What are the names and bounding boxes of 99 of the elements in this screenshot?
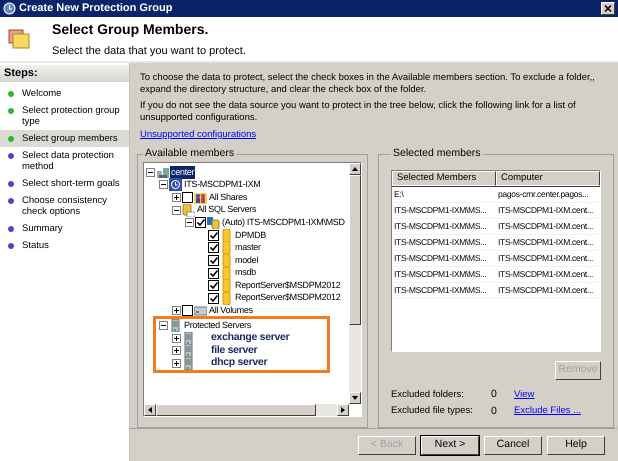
step-item[interactable]: Select group members <box>0 130 129 147</box>
checkbox[interactable] <box>195 217 206 228</box>
link[interactable]: Exclude Files ... <box>514 404 582 418</box>
field-label: Excluded file types: <box>391 404 474 418</box>
clock-icon <box>169 178 182 192</box>
table-cell-text: ITS-MSCDPM1-IXM.cent... <box>497 253 594 264</box>
link[interactable]: View <box>514 388 534 402</box>
horizontal-scrollbar[interactable] <box>144 404 349 416</box>
checkbox[interactable] <box>182 192 193 203</box>
table-cell-text: ITS-MSCDPM1-IXM\MS... <box>393 253 488 264</box>
dialog-button[interactable]: Next > <box>421 436 479 455</box>
database-icon <box>207 216 220 230</box>
group-title: Available members <box>144 146 236 162</box>
database-icon <box>220 254 233 267</box>
table-cell-text: pagos-cmr.center.pagos... <box>497 189 590 200</box>
tree-item[interactable]: All SQL Servers <box>196 203 258 217</box>
table-cell-text: ITS-MSCDPM1-IXM.cent... <box>497 269 594 280</box>
tree-item[interactable]: master <box>234 241 262 255</box>
count-value: 0 <box>491 386 498 402</box>
count-value: 0 <box>491 404 498 418</box>
tree-item[interactable]: All Volumes <box>208 304 254 318</box>
server-icon <box>182 332 195 345</box>
checkbox[interactable] <box>208 254 219 266</box>
tree-item[interactable]: ReportServer$MSDPM2012 <box>234 291 342 305</box>
group-title: Selected members <box>392 146 482 162</box>
domain-icon <box>156 166 169 179</box>
instruction-text: To choose the data to protect, select the check boxes in the Available members section. To exclude a folder,, expand the directory structure, and clear the check box of the folder. <box>140 72 596 96</box>
scroll-down-icon <box>352 396 358 400</box>
tree-item[interactable]: model <box>234 254 260 268</box>
step-item[interactable]: Welcome <box>0 85 129 102</box>
table-cell-text: ITS-MSCDPM1-IXM.cent... <box>497 237 594 248</box>
close-icon <box>604 5 612 12</box>
step-item[interactable]: Summary <box>0 220 129 237</box>
collapse-icon[interactable] <box>172 206 181 215</box>
tree-item[interactable]: Protected Servers <box>183 318 252 332</box>
tree-item[interactable]: msdb <box>234 266 257 280</box>
collapse-icon[interactable] <box>185 218 194 228</box>
checkbox[interactable] <box>208 242 219 254</box>
table-cell-text: ITS-MSCDPM1-IXM.cent... <box>497 221 594 232</box>
tree-item[interactable]: center <box>170 166 196 180</box>
table-cell-text: ITS-MSCDPM1-IXM.cent... <box>497 285 594 296</box>
column-header[interactable]: Computer <box>496 171 600 186</box>
checkbox[interactable] <box>208 280 219 292</box>
table-cell-text: E:\ <box>393 189 405 200</box>
instruction-text: If you do not see the data source you want to protect in the tree below, click the following link for a list of unsupported configurations. <box>140 100 577 124</box>
app-icon <box>3 2 16 15</box>
tree-item[interactable]: ITS-MSCDPM1-IXM <box>183 178 262 192</box>
checkbox[interactable] <box>208 230 219 241</box>
tree-item[interactable]: DPMDB <box>234 228 268 242</box>
folders-icon <box>8 29 30 49</box>
drive-icon <box>194 304 207 318</box>
collapse-icon[interactable] <box>159 180 168 190</box>
table-cell-text: ITS-MSCDPM1-IXM\MS... <box>393 221 488 232</box>
table-cell-text: ITS-MSCDPM1-IXM\MS... <box>393 285 488 296</box>
step-item[interactable]: Select short-term goals <box>0 175 129 192</box>
table-cell-text: ITS-MSCDPM1-IXM\MS... <box>393 237 488 248</box>
database-icon <box>220 279 233 292</box>
scroll-up-icon <box>352 167 358 171</box>
database-icon <box>220 292 233 305</box>
dialog-button[interactable]: Cancel <box>484 436 542 455</box>
database-icon <box>220 241 233 254</box>
checkbox[interactable] <box>208 268 219 279</box>
field-label: Excluded folders: <box>391 388 465 402</box>
database-icon <box>182 204 195 217</box>
tree-item[interactable]: ReportServer$MSDPM2012 <box>234 278 342 292</box>
server-icon <box>182 356 195 370</box>
people-icon <box>194 190 207 204</box>
close-button[interactable] <box>601 2 615 15</box>
scroll-right-icon <box>341 407 345 414</box>
step-item[interactable]: Status <box>0 237 129 254</box>
expand-icon[interactable] <box>172 306 181 316</box>
table-cell-text: ITS-MSCDPM1-IXM\MS... <box>393 269 488 280</box>
collapse-icon[interactable] <box>159 320 168 330</box>
page-subtitle: Select the data that you want to protect. <box>52 44 246 59</box>
column-header[interactable]: Selected Members <box>392 171 496 186</box>
window-title: Create New Protection Group <box>19 1 174 16</box>
step-item[interactable]: Select data protection method <box>0 147 129 175</box>
expand-icon[interactable] <box>172 192 181 202</box>
step-item[interactable]: Choose consistency check options <box>0 192 129 220</box>
dialog-button[interactable]: Help <box>547 436 605 455</box>
scroll-left-icon <box>148 407 152 414</box>
steps-heading: Steps: <box>4 66 38 82</box>
expand-icon[interactable] <box>172 346 181 356</box>
checkbox[interactable] <box>208 292 219 304</box>
table-cell-text: ITS-MSCDPM1-IXM\MS... <box>393 205 488 216</box>
expand-icon[interactable] <box>172 334 181 343</box>
page-title: Select Group Members. <box>52 20 210 39</box>
database-icon <box>220 228 233 242</box>
expand-icon[interactable] <box>172 358 181 368</box>
step-item[interactable]: Select protection group type <box>0 102 129 130</box>
tree-item[interactable]: All Shares <box>208 190 248 204</box>
tree-item[interactable]: (Auto) ITS-MSCDPM1-IXM\MSD <box>221 216 346 230</box>
collapse-icon[interactable] <box>146 168 155 177</box>
vertical-scrollbar[interactable] <box>349 163 361 404</box>
database-icon <box>220 266 233 280</box>
unsupported-configurations-link[interactable]: Unsupported configurations <box>140 128 256 142</box>
table-cell-text: ITS-MSCDPM1-IXM.cent... <box>497 205 594 216</box>
server-icon <box>169 318 182 332</box>
checkbox[interactable] <box>182 305 193 316</box>
